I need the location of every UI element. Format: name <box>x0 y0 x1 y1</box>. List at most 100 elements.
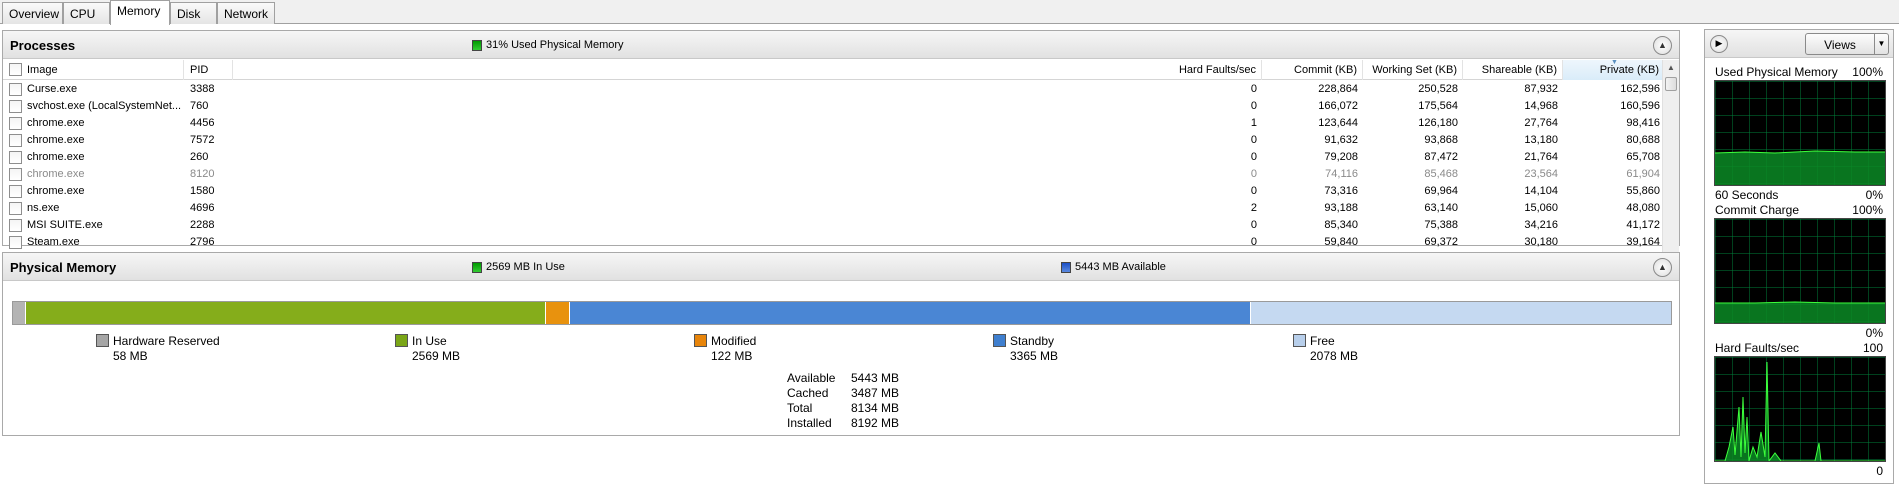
physical-memory-header[interactable]: Physical Memory 2569 MB In Use 5443 MB A… <box>3 253 1679 281</box>
process-row[interactable]: chrome.exe 8120 0 74,116 85,468 23,564 61,904 <box>3 166 1665 183</box>
working-set-cell: 69,964 <box>1424 185 1458 197</box>
tab-bar: Overview CPU Memory Disk Network <box>0 0 1899 25</box>
col-header-private[interactable]: ▼ Private (KB) <box>1563 59 1665 80</box>
hard-faults-cell: 2 <box>1250 202 1257 214</box>
pid-cell: 3388 <box>190 83 215 95</box>
col-header-shareable[interactable]: Shareable (KB) <box>1463 60 1563 80</box>
process-checkbox[interactable] <box>9 185 22 198</box>
process-row[interactable]: MSI SUITE.exe 2288 0 85,340 75,388 34,216 41,1… <box>3 217 1665 234</box>
tab-cpu[interactable]: CPU <box>63 2 110 24</box>
hard-faults-cell: 0 <box>1250 219 1257 231</box>
memory-bar-segment-in-use <box>24 302 545 324</box>
pid-cell: 260 <box>190 151 209 163</box>
process-row[interactable]: chrome.exe 260 0 79,208 87,472 21,764 65,708 <box>3 149 1665 166</box>
tab-overview[interactable]: Overview <box>2 2 63 24</box>
process-list-scrollbar[interactable]: ▲ ▼ <box>1662 60 1679 273</box>
private-cell: 160,596 <box>1620 100 1660 112</box>
process-checkbox[interactable] <box>9 100 22 113</box>
hard-faults-cell: 0 <box>1250 151 1257 163</box>
shareable-cell: 30,180 <box>1524 236 1558 248</box>
process-checkbox[interactable] <box>9 83 22 96</box>
scrollbar-thumb[interactable] <box>1665 77 1677 91</box>
process-row[interactable]: svchost.exe (LocalSystemNet... 760 0 166,07… <box>3 98 1665 115</box>
shareable-cell: 27,764 <box>1524 117 1558 129</box>
working-set-cell: 175,564 <box>1418 100 1458 112</box>
col-header-commit[interactable]: Commit (KB) <box>1262 60 1363 80</box>
process-row[interactable]: Steam.exe 2796 0 59,840 69,372 30,180 39,164 <box>3 234 1665 251</box>
graph-max-label: 100% <box>1852 203 1883 217</box>
graph-title-commit-charge: Commit Charge <box>1715 203 1800 217</box>
graph-max-label: 100% <box>1852 65 1883 79</box>
memory-bar-segment-free <box>1250 302 1671 324</box>
graph-min-label: 0% <box>1865 326 1883 340</box>
image-cell: chrome.exe <box>27 168 85 180</box>
process-checkbox[interactable] <box>9 236 22 249</box>
commit-cell: 73,316 <box>1324 185 1358 197</box>
hard-faults-graph <box>1714 356 1886 463</box>
tab-disk[interactable]: Disk <box>170 2 217 24</box>
shareable-cell: 21,764 <box>1524 151 1558 163</box>
processes-title: Processes <box>10 38 76 53</box>
process-checkbox[interactable] <box>9 151 22 164</box>
working-set-cell: 93,868 <box>1424 134 1458 146</box>
commit-cell: 228,864 <box>1318 83 1358 95</box>
col-header-hard-faults[interactable]: Hard Faults/sec <box>233 60 1262 80</box>
working-set-cell: 250,528 <box>1418 83 1458 95</box>
tab-network[interactable]: Network <box>217 2 275 24</box>
collapse-physical-memory-button[interactable]: ▲ <box>1653 258 1672 277</box>
process-checkbox[interactable] <box>9 134 22 147</box>
legend-swatch <box>694 334 707 347</box>
column-headers: Image PID Hard Faults/sec Commit (KB) Wo… <box>3 59 1665 80</box>
image-cell: ns.exe <box>27 202 60 214</box>
process-row[interactable]: chrome.exe 1580 0 73,316 69,964 14,104 55,860 <box>3 183 1665 200</box>
image-cell: svchost.exe (LocalSystemNet... <box>27 100 182 112</box>
process-row[interactable]: chrome.exe 7572 0 91,632 93,868 13,180 80,688 <box>3 132 1665 149</box>
process-checkbox[interactable] <box>9 202 22 215</box>
private-cell: 65,708 <box>1626 151 1660 163</box>
available-swatch <box>1061 261 1071 273</box>
col-header-pid[interactable]: PID <box>184 60 233 80</box>
working-set-cell: 126,180 <box>1418 117 1458 129</box>
used-physical-memory-graph <box>1714 80 1886 186</box>
process-checkbox[interactable] <box>9 219 22 232</box>
commit-cell: 74,116 <box>1325 168 1358 180</box>
hard-faults-cell: 0 <box>1250 83 1257 95</box>
pid-cell: 1580 <box>190 185 215 197</box>
process-row[interactable]: chrome.exe 4456 1 123,644 126,180 27,764 98,41… <box>3 115 1665 132</box>
legend-swatch <box>395 334 408 347</box>
col-header-image[interactable]: Image <box>3 60 184 80</box>
process-row[interactable]: ns.exe 4696 2 93,188 63,140 15,060 48,080 <box>3 200 1665 217</box>
private-cell: 80,688 <box>1626 134 1660 146</box>
hard-faults-graph-svg <box>1715 357 1885 463</box>
process-checkbox[interactable] <box>9 168 22 181</box>
commit-cell: 166,072 <box>1318 100 1358 112</box>
legend-swatch <box>96 334 109 347</box>
memory-bar-segment-modified <box>544 302 570 324</box>
used-memory-label: 31% Used Physical Memory <box>486 39 624 51</box>
pid-cell: 4456 <box>190 117 215 129</box>
scroll-up-icon[interactable]: ▲ <box>1663 60 1679 76</box>
expand-side-panel-button[interactable]: ▶ <box>1710 35 1728 53</box>
working-set-cell: 87,472 <box>1424 151 1458 163</box>
views-dropdown-icon[interactable]: ▼ <box>1874 34 1888 54</box>
col-header-working-set[interactable]: Working Set (KB) <box>1363 60 1463 80</box>
tab-memory[interactable]: Memory <box>110 0 170 25</box>
views-button[interactable]: Views ▼ <box>1805 33 1889 55</box>
used-memory-summary: 31% Used Physical Memory <box>472 39 624 51</box>
process-checkbox[interactable] <box>9 117 22 130</box>
select-all-checkbox[interactable] <box>9 63 22 76</box>
hard-faults-cell: 0 <box>1250 134 1257 146</box>
image-cell: MSI SUITE.exe <box>27 219 103 231</box>
memory-bar-segment-standby <box>569 302 1251 324</box>
hard-faults-cell: 0 <box>1250 236 1257 248</box>
process-row[interactable]: Curse.exe 3388 0 228,864 250,528 87,932 162,59… <box>3 81 1665 98</box>
shareable-cell: 13,180 <box>1524 134 1558 146</box>
process-list: Curse.exe 3388 0 228,864 250,528 87,932 162,59… <box>3 81 1665 275</box>
available-summary: 5443 MB Available <box>1061 261 1166 273</box>
collapse-processes-button[interactable]: ▲ <box>1653 36 1672 55</box>
image-cell: Curse.exe <box>27 83 78 95</box>
graph-min-label: 0 <box>1876 464 1883 478</box>
image-cell: chrome.exe <box>27 185 85 197</box>
processes-header[interactable]: Processes 31% Used Physical Memory ▲ <box>3 31 1679 59</box>
graph-min-label: 0% <box>1865 188 1883 202</box>
